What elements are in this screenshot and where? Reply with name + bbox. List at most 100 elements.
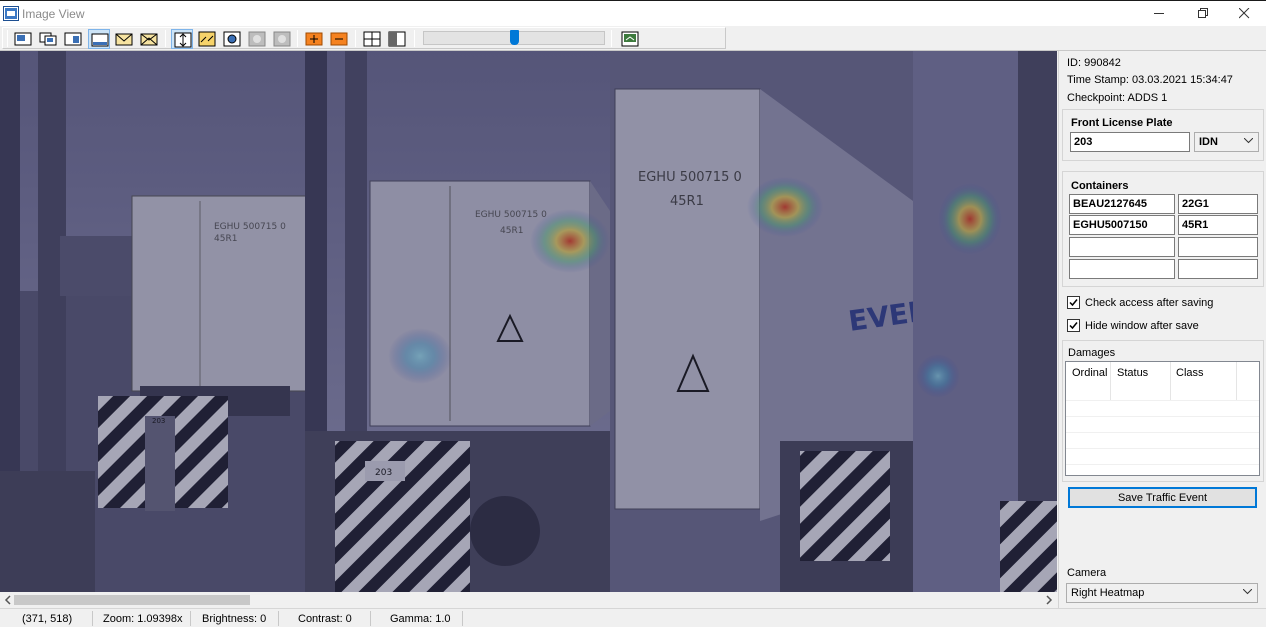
half-view-button[interactable]: [386, 29, 408, 49]
container-type-1[interactable]: 22G1: [1178, 194, 1258, 214]
restore-icon: [1198, 8, 1208, 18]
checkmark-icon: [1069, 299, 1078, 307]
toolbar-separator: [165, 30, 166, 47]
camera-select[interactable]: Right Heatmap: [1066, 583, 1258, 603]
chevron-down-icon: [1243, 589, 1252, 595]
minimize-button[interactable]: [1137, 1, 1181, 26]
layout-2-icon: [39, 32, 57, 46]
chevron-down-icon: [1244, 138, 1253, 144]
column-status[interactable]: Status: [1117, 367, 1148, 379]
scrollbar-thumb[interactable]: [14, 595, 250, 605]
export-image-button[interactable]: [619, 29, 641, 49]
brightness-slider-thumb[interactable]: [510, 30, 519, 45]
plate-country-select[interactable]: IDN: [1194, 132, 1259, 152]
container-number-3[interactable]: [1069, 237, 1175, 257]
layout-1-icon: [14, 32, 32, 46]
check-access-label[interactable]: Check access after saving: [1085, 297, 1213, 309]
containers-title: Containers: [1071, 180, 1129, 192]
camera-label: Camera: [1067, 567, 1107, 579]
container-type-4[interactable]: [1178, 259, 1258, 279]
envelope-open-icon: [140, 33, 158, 46]
restore-button[interactable]: [1181, 1, 1225, 26]
envelope-icon: [115, 33, 133, 46]
status-separator: [92, 611, 93, 626]
cursor-coordinates: (371, 518): [22, 613, 73, 625]
hide-window-label[interactable]: Hide window after save: [1085, 320, 1199, 332]
container-type-3[interactable]: [1178, 237, 1258, 257]
grid-line: [1066, 464, 1259, 465]
horizontal-scrollbar[interactable]: [0, 592, 1057, 608]
toolbar-grip: [7, 30, 8, 47]
zoom-in-button[interactable]: [303, 29, 325, 49]
layout-bottom-button[interactable]: [88, 29, 110, 49]
layout-1-button[interactable]: [12, 29, 34, 49]
status-separator: [370, 611, 371, 626]
fit-arrows-icon: [198, 31, 216, 47]
event-checkpoint: Checkpoint: ADDS 1: [1067, 92, 1168, 104]
checkmark-icon: [1069, 322, 1078, 330]
close-icon: [1239, 8, 1250, 19]
close-button[interactable]: [1222, 1, 1266, 26]
heatmap-tint: [0, 51, 1057, 592]
overlay-a-icon: [248, 31, 266, 47]
zoom-out-icon: [330, 32, 348, 46]
grid-line: [1066, 448, 1259, 449]
zoom-out-button[interactable]: [328, 29, 350, 49]
containers-group: Containers BEAU2127645 22G1 EGHU5007150 …: [1062, 171, 1264, 287]
hide-window-checkbox[interactable]: [1067, 319, 1080, 332]
container-type-2[interactable]: 45R1: [1178, 215, 1258, 235]
window-title: Image View: [22, 7, 85, 21]
toolbar-separator: [355, 30, 356, 47]
save-traffic-event-button[interactable]: Save Traffic Event: [1068, 487, 1257, 508]
envelope-button[interactable]: [113, 29, 135, 49]
column-divider: [1110, 362, 1111, 400]
brightness-status: Brightness: 0: [202, 613, 267, 625]
damages-table[interactable]: Ordinal Status Class: [1065, 361, 1260, 476]
container-number-2[interactable]: EGHU5007150: [1069, 215, 1175, 235]
check-access-checkbox[interactable]: [1067, 296, 1080, 309]
container-number-4[interactable]: [1069, 259, 1175, 279]
grid-line: [1066, 400, 1259, 401]
camera-image: 203 EGHU 500715 0 45R1 EGHU 500715 0 45R…: [0, 51, 1057, 592]
column-divider: [1170, 362, 1171, 400]
fit-arrows-button[interactable]: [196, 29, 218, 49]
toolbar-separator: [611, 30, 612, 47]
scroll-left-icon[interactable]: [2, 592, 14, 608]
status-bar: (371, 518) Zoom: 1.09398x Brightness: 0 …: [0, 608, 1266, 627]
container-number-1[interactable]: BEAU2127645: [1069, 194, 1175, 214]
status-separator: [278, 611, 279, 626]
overlay-b-button[interactable]: [271, 29, 293, 49]
envelope-open-button[interactable]: [138, 29, 160, 49]
event-timestamp: Time Stamp: 03.03.2021 15:34:47: [1067, 74, 1233, 86]
app-icon: [3, 6, 19, 21]
scroll-right-icon[interactable]: [1043, 592, 1055, 608]
license-plate-input[interactable]: 203: [1070, 132, 1190, 152]
event-id: ID: 990842: [1067, 57, 1121, 69]
grid-line: [1066, 432, 1259, 433]
layout-3-button[interactable]: [62, 29, 84, 49]
event-details-panel: ID: 990842 Time Stamp: 03.03.2021 15:34:…: [1058, 51, 1266, 608]
status-separator: [462, 611, 463, 626]
toolbar-separator: [414, 30, 415, 47]
column-class[interactable]: Class: [1176, 367, 1204, 379]
toolbar-separator: [297, 30, 298, 47]
column-divider: [1236, 362, 1237, 400]
split-view-button[interactable]: [361, 29, 383, 49]
contrast-status: Contrast: 0: [298, 613, 352, 625]
half-view-icon: [388, 31, 406, 47]
minimize-icon: [1154, 13, 1164, 14]
layout-3-icon: [64, 32, 82, 46]
title-bar: Image View: [0, 0, 1266, 26]
fit-vertical-icon: [174, 32, 192, 48]
layout-2-button[interactable]: [37, 29, 59, 49]
center-view-button[interactable]: [221, 29, 243, 49]
image-viewer[interactable]: 203 EGHU 500715 0 45R1 EGHU 500715 0 45R…: [0, 51, 1057, 592]
split-view-icon: [363, 31, 381, 47]
camera-select-value: Right Heatmap: [1071, 587, 1145, 599]
license-plate-group: Front License Plate 203 IDN: [1062, 109, 1264, 161]
column-ordinal[interactable]: Ordinal: [1072, 367, 1107, 379]
damages-title: Damages: [1068, 347, 1116, 359]
overlay-a-button[interactable]: [246, 29, 268, 49]
fit-vertical-button[interactable]: [171, 29, 193, 49]
gamma-status: Gamma: 1.0: [390, 613, 451, 625]
